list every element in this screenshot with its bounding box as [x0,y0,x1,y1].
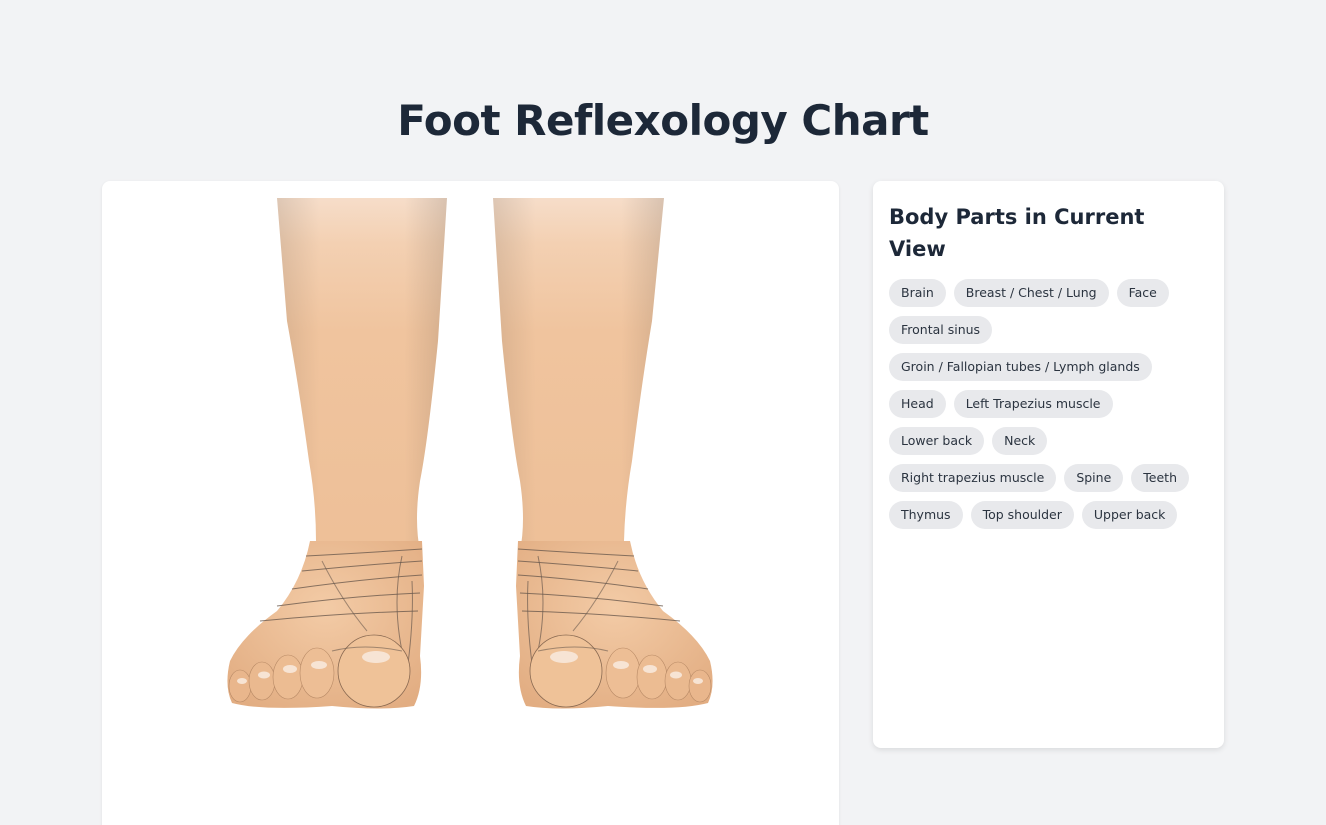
page-title: Foot Reflexology Chart [397,96,929,145]
body-part-tag-teeth[interactable]: Teeth [1131,464,1189,492]
right-foot[interactable] [493,198,713,709]
left-foot[interactable] [227,198,447,709]
body-part-tag-face[interactable]: Face [1116,279,1169,307]
body-part-tag-upper-back[interactable]: Upper back [1081,501,1178,529]
body-part-tag-list: Brain Breast / Chest / Lung Face Frontal si… [889,279,1189,529]
body-part-tag-top-shoulder[interactable]: Top shoulder [970,501,1074,529]
body-part-tag-breast-chest-lung[interactable]: Breast / Chest / Lung [953,279,1109,307]
body-part-tag-brain[interactable]: Brain [889,279,946,307]
body-part-tag-groin-fallopian-tubes-lymph-glands[interactable]: Groin / Fallopian tubes / Lymph glands [889,353,1152,381]
body-part-tag-spine[interactable]: Spine [1064,464,1124,492]
foot-viewer[interactable] [102,181,839,825]
body-part-tag-thymus[interactable]: Thymus [889,501,963,529]
body-part-tag-frontal-sinus[interactable]: Frontal sinus [889,316,993,344]
body-parts-heading: Body Parts in Current View [889,205,1145,261]
body-part-tag-right-trapezius-muscle[interactable]: Right trapezius muscle [889,464,1057,492]
body-parts-panel: Body Parts in Current View Brain Breast /… [873,181,1224,748]
feet-illustration[interactable] [102,181,839,825]
body-part-tag-left-trapezius-muscle[interactable]: Left Trapezius muscle [953,390,1113,418]
body-part-tag-lower-back[interactable]: Lower back [889,427,985,455]
body-part-tag-neck[interactable]: Neck [992,427,1048,455]
body-part-tag-head[interactable]: Head [889,390,946,418]
page: Foot Reflexology Chart Body Parts in Cur… [0,0,1326,825]
